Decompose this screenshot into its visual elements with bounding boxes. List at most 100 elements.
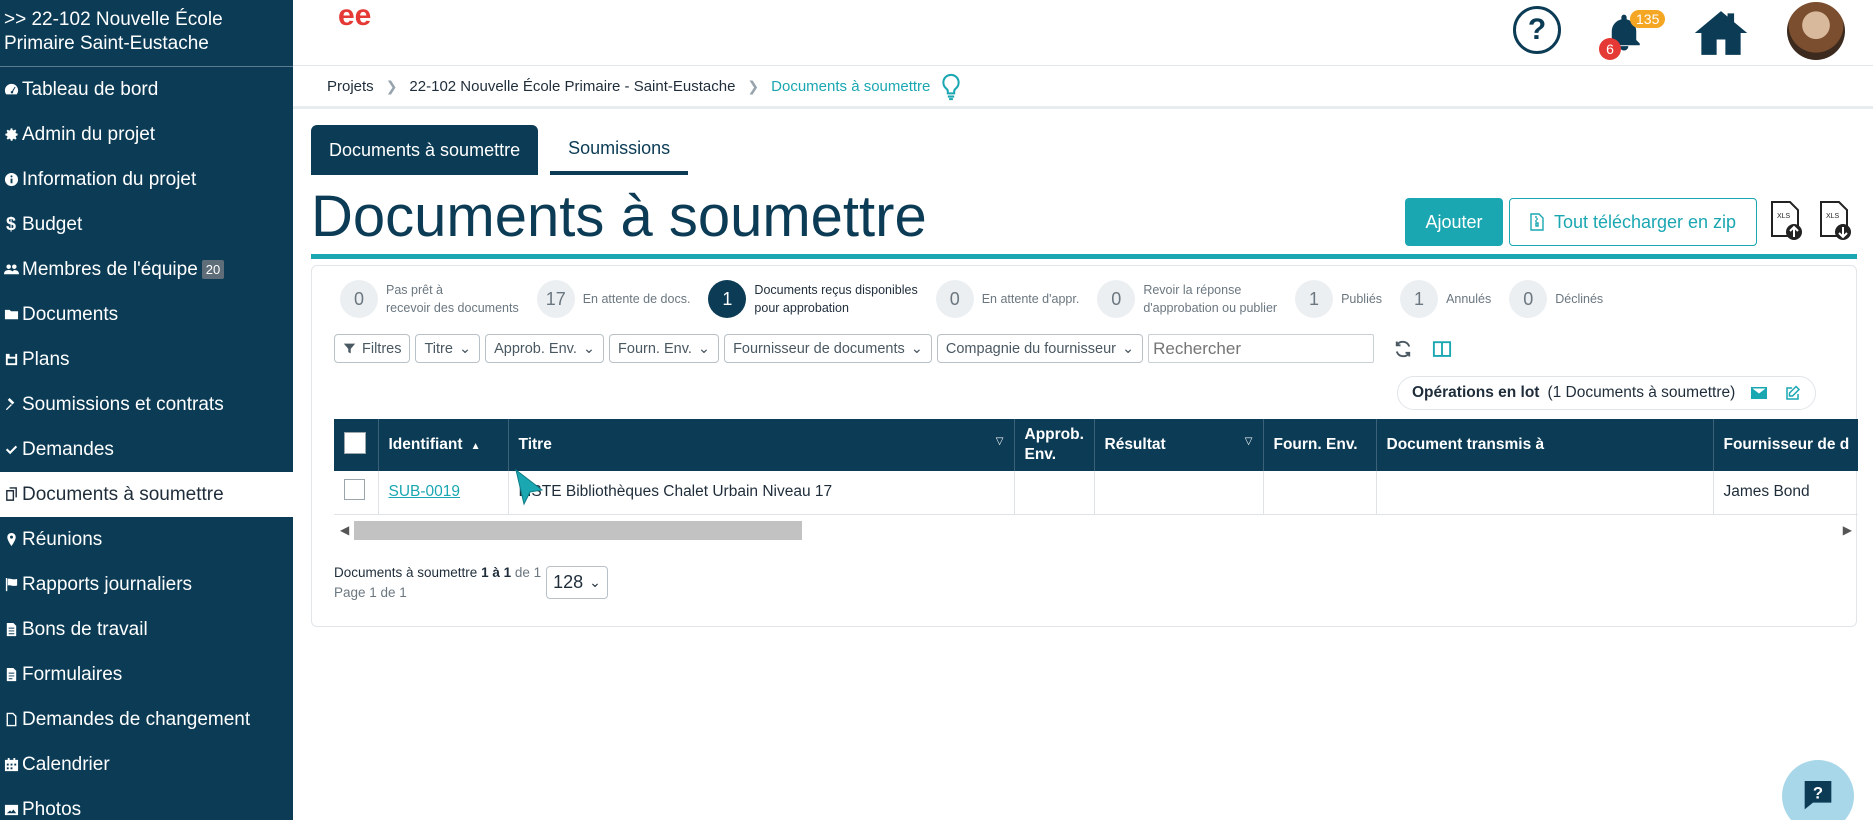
column-header-resultat[interactable]: Résultat ▽ <box>1094 419 1264 471</box>
status-label: Revoir la réponse d'approbation ou publie… <box>1143 283 1278 315</box>
sidebar-item-team[interactable]: Membres de l'équipe 20 <box>0 247 293 292</box>
status-count: 0 <box>340 280 378 318</box>
column-header-fournisseur[interactable]: Fournisseur de d <box>1713 419 1858 471</box>
chat-help-icon: ? <box>1804 781 1832 810</box>
sidebar-item-info[interactable]: Information du projet <box>0 157 293 202</box>
filter-approb-dropdown[interactable]: Approb. Env. ⌄ <box>485 334 605 363</box>
page-size-select[interactable]: 128 ⌄ <box>546 566 608 599</box>
column-header-titre[interactable]: Titre ▽ <box>508 419 1015 471</box>
filter-doc-supplier-dropdown[interactable]: Fournisseur de documents ⌄ <box>724 334 932 363</box>
sidebar-item-work-orders[interactable]: Bons de travail <box>0 607 293 652</box>
column-menu-icon[interactable]: ▽ <box>996 436 1004 447</box>
columns-icon[interactable] <box>1432 339 1452 359</box>
search-input[interactable] <box>1148 334 1375 363</box>
sidebar-item-documents[interactable]: Documents <box>0 292 293 337</box>
sidebar-item-docs-submit[interactable]: Documents à soumettre <box>0 472 293 517</box>
documents-table: Identifiant ▲ Titre ▽ Approb. Env. Résulta… <box>334 419 1858 523</box>
tab-soumissions[interactable]: Soumissions <box>550 125 689 175</box>
help-button[interactable]: ? <box>1513 6 1561 54</box>
sidebar-item-daily-reports[interactable]: Rapports journaliers <box>0 562 293 607</box>
sort-ascending-icon: ▲ <box>470 441 481 452</box>
row-checkbox[interactable] <box>344 479 365 501</box>
horizontal-scrollbar[interactable]: ◀ ▶ <box>334 517 1858 541</box>
sidebar-item-label: Réunions <box>22 528 103 550</box>
dashboard-icon <box>0 82 22 97</box>
sidebar-item-admin[interactable]: Admin du projet <box>0 112 293 157</box>
status-received-for-approval[interactable]: 1 Documents reçus disponibles pour approb… <box>708 280 918 318</box>
cell-resultat <box>1094 471 1264 515</box>
status-count: 0 <box>1509 280 1548 318</box>
download-zip-label: Tout télécharger en zip <box>1553 211 1737 232</box>
scrollbar-thumb[interactable] <box>354 521 802 540</box>
status-label: Documents reçus disponibles pour approbat… <box>754 283 918 315</box>
status-count: 1 <box>708 280 747 318</box>
status-review-response[interactable]: 0 Revoir la réponse d'approbation ou publ… <box>1097 280 1277 318</box>
sidebar-item-calendar[interactable]: Calendrier <box>0 742 293 787</box>
breadcrumb-item-projects[interactable]: Projets <box>327 78 374 95</box>
status-awaiting-approval[interactable]: 0 En attente d'appr. <box>935 280 1079 318</box>
home-button[interactable] <box>1693 6 1749 60</box>
sidebar-item-dashboard[interactable]: Tableau de bord <box>0 67 293 112</box>
status-published[interactable]: 1 Publiés <box>1295 280 1382 318</box>
user-avatar[interactable] <box>1787 2 1845 60</box>
filter-title-dropdown[interactable]: Titre ⌄ <box>415 334 481 363</box>
status-awaiting-docs[interactable]: 17 En attente de docs. <box>536 280 690 318</box>
plans-icon <box>0 352 22 367</box>
app-logo[interactable]: ee <box>338 1 371 31</box>
edit-icon[interactable] <box>1785 385 1801 401</box>
sidebar-item-label: Plans <box>22 348 70 370</box>
flag-icon <box>0 577 22 592</box>
column-header-document-transmis[interactable]: Document transmis à <box>1376 419 1714 471</box>
pager-page: Page 1 de 1 <box>334 585 407 600</box>
sidebar-item-budget[interactable]: $ Budget <box>0 202 293 247</box>
status-label: Pas prêt à recevoir des documents <box>386 283 519 315</box>
filter-fourn-dropdown[interactable]: Fourn. Env. ⌄ <box>609 334 720 363</box>
folder-icon <box>0 307 22 322</box>
svg-text:?: ? <box>1813 784 1823 803</box>
tab-documents-a-soumettre[interactable]: Documents à soumettre <box>311 125 539 175</box>
scroll-right-icon[interactable]: ▶ <box>1843 523 1852 537</box>
sidebar-item-bids[interactable]: Soumissions et contrats <box>0 382 293 427</box>
support-chat-button[interactable]: ? <box>1782 760 1854 820</box>
sidebar-item-label: Photos <box>22 798 82 820</box>
gear-icon <box>0 127 22 142</box>
table-row[interactable]: SUB-0019 LISTE Bibliothèques Chalet Urba… <box>334 471 1858 515</box>
sidebar-project-title[interactable]: >> 22-102 Nouvelle École Primaire Saint-… <box>0 0 293 66</box>
notifications-button[interactable]: 135 6 <box>1599 6 1666 60</box>
envelope-icon[interactable] <box>1751 386 1768 400</box>
download-zip-button[interactable]: Tout télécharger en zip <box>1509 198 1757 246</box>
chevron-down-icon: ⌄ <box>1121 340 1135 357</box>
sidebar: >> 22-102 Nouvelle École Primaire Saint-… <box>0 0 293 820</box>
sidebar-item-change-requests[interactable]: Demandes de changement <box>0 697 293 742</box>
refresh-icon[interactable] <box>1393 339 1413 359</box>
sidebar-item-meetings[interactable]: Réunions <box>0 517 293 562</box>
select-all-checkbox[interactable] <box>344 431 366 454</box>
document-id-link[interactable]: SUB-0019 <box>389 483 461 500</box>
top-bar: ee ? 135 6 <box>293 0 1873 66</box>
column-menu-icon[interactable]: ▽ <box>1245 436 1253 447</box>
sidebar-nav: Tableau de bord Admin du projet Informat… <box>0 67 293 820</box>
xls-download-icon[interactable]: XLS <box>1817 200 1853 242</box>
add-button[interactable]: Ajouter <box>1405 198 1503 246</box>
column-header-approb-env[interactable]: Approb. Env. <box>1014 419 1095 471</box>
status-not-ready[interactable]: 0 Pas prêt à recevoir des documents <box>340 280 519 318</box>
column-header-fourn-env[interactable]: Fourn. Env. <box>1263 419 1377 471</box>
docs-submit-icon <box>0 487 22 502</box>
photo-icon <box>0 802 22 817</box>
sidebar-item-plans[interactable]: Plans <box>0 337 293 382</box>
status-count: 17 <box>536 280 575 318</box>
status-count: 0 <box>1097 280 1136 318</box>
sidebar-item-photos[interactable]: Photos <box>0 787 293 820</box>
xls-upload-icon[interactable]: XLS <box>1768 200 1804 242</box>
filters-button[interactable]: Filtres <box>334 334 411 363</box>
column-header-identifiant[interactable]: Identifiant ▲ <box>378 419 509 471</box>
status-declined[interactable]: 0 Déclinés <box>1509 280 1603 318</box>
check-icon <box>0 442 22 457</box>
scroll-left-icon[interactable]: ◀ <box>340 523 349 537</box>
breadcrumb-item-project[interactable]: 22-102 Nouvelle École Primaire - Saint-E… <box>409 78 735 95</box>
lightbulb-icon[interactable] <box>940 73 962 101</box>
status-cancelled[interactable]: 1 Annulés <box>1400 280 1491 318</box>
sidebar-item-forms[interactable]: Formulaires <box>0 652 293 697</box>
sidebar-item-requests[interactable]: Demandes <box>0 427 293 472</box>
filter-supplier-company-dropdown[interactable]: Compagnie du fournisseur ⌄ <box>936 334 1144 363</box>
